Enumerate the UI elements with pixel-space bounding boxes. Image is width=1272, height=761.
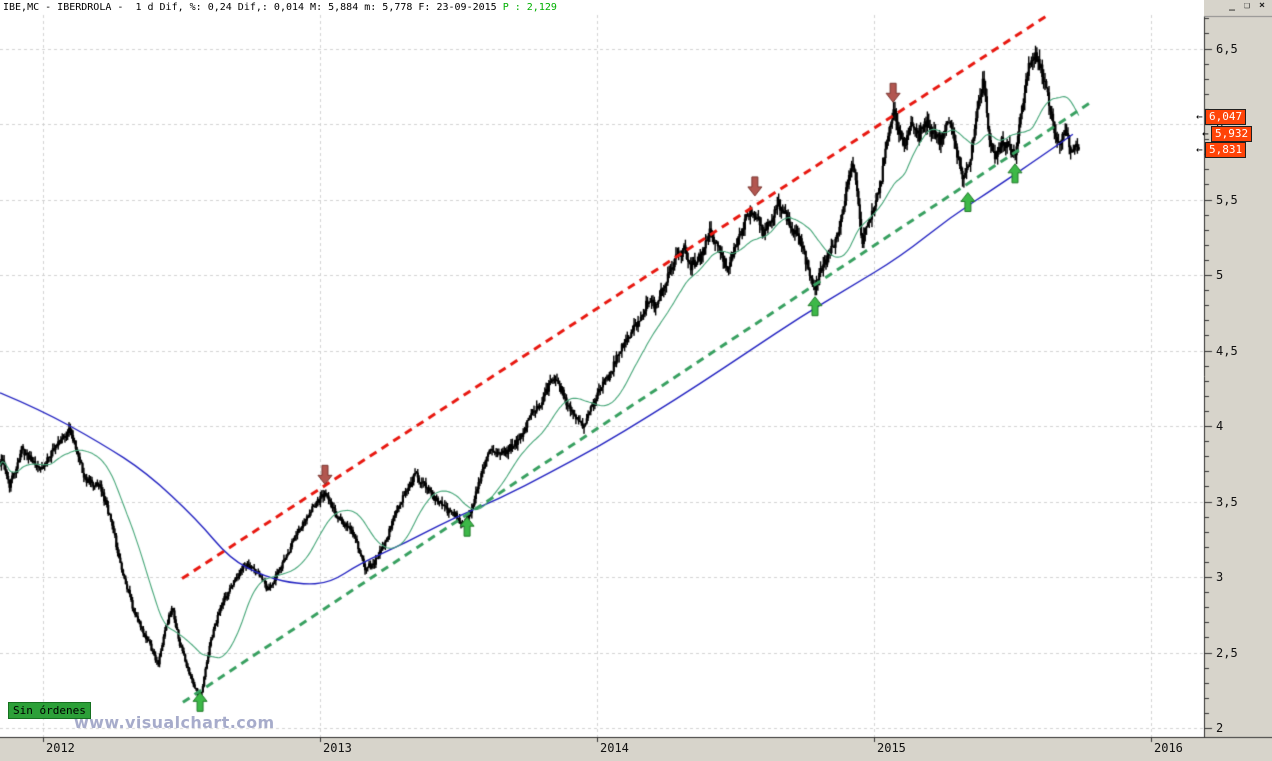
price-axis-label: 3,5 <box>1216 494 1238 509</box>
window-controls: _ ❏ × <box>1226 0 1268 13</box>
time-axis-label: 2016 <box>1154 741 1183 755</box>
price-axis-label: 2 <box>1216 721 1224 735</box>
left-arrow-icon: ← <box>1196 109 1203 123</box>
price-tag-green-ma: ← 6,047 <box>1196 108 1247 125</box>
price-tag-last: ← 5,831 <box>1196 141 1247 158</box>
price-tag-blue-ma: ← 5,932 <box>1202 126 1253 143</box>
time-axis-label: 2012 <box>46 741 75 755</box>
left-arrow-icon: ← <box>1196 142 1203 156</box>
chart-header: IBE,MC - IBERDROLA - 1 d Dif, %: 0,24 Di… <box>3 2 557 13</box>
close-button[interactable]: × <box>1256 0 1268 13</box>
visualchart-window: IBE,MC - IBERDROLA - 1 d Dif, %: 0,24 Di… <box>0 0 1272 761</box>
symbol-info-text: IBE,MC - IBERDROLA - 1 d Dif, %: 0,24 Di… <box>3 2 503 13</box>
price-tag-value: 5,831 <box>1205 141 1247 158</box>
price-axis-label: 2,5 <box>1216 645 1238 660</box>
price-axis-label: 4,5 <box>1216 343 1238 358</box>
price-tag-value: 5,932 <box>1211 126 1253 143</box>
price-axis-label: 5,5 <box>1216 192 1238 207</box>
time-axis-label: 2015 <box>877 741 906 755</box>
price-axis-label: 5 <box>1216 268 1224 282</box>
time-axis-label: 2014 <box>600 741 629 755</box>
price-axis-label: 4 <box>1216 419 1224 433</box>
price-axis-label: 6,5 <box>1216 41 1238 56</box>
price-axis-label: 3 <box>1216 570 1224 584</box>
restore-button[interactable]: ❏ <box>1241 0 1253 13</box>
p-value-text: P : 2,129 <box>502 2 557 13</box>
price-chart-canvas[interactable] <box>0 0 1272 761</box>
time-axis-label: 2013 <box>323 741 352 755</box>
orders-status-badge: Sin órdenes <box>8 702 91 719</box>
minimize-button[interactable]: _ <box>1226 0 1238 13</box>
price-tag-value: 6,047 <box>1205 108 1247 125</box>
left-arrow-icon: ← <box>1202 127 1209 141</box>
visualchart-watermark: www.visualchart.com <box>74 713 275 732</box>
